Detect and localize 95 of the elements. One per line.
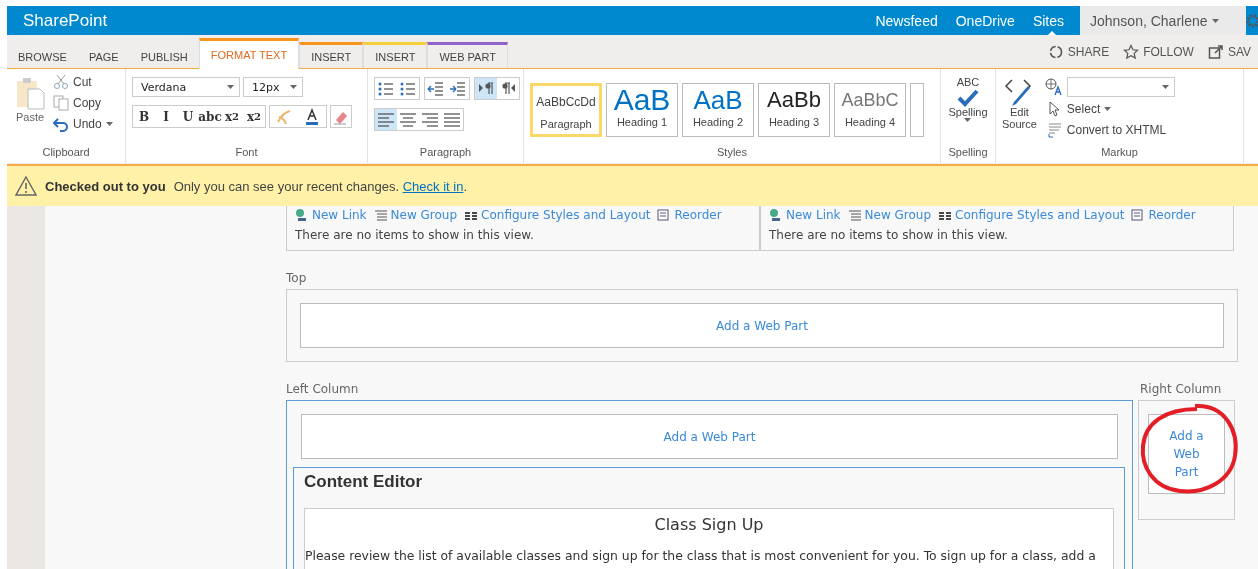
status-message: Only you can see your recent changes. Check it in. xyxy=(173,178,468,194)
left-to-right-button[interactable] xyxy=(475,78,497,99)
caret-icon xyxy=(105,122,113,126)
list-icon xyxy=(373,208,388,222)
group-label: Font xyxy=(234,146,259,160)
list-icon xyxy=(847,208,862,222)
undo-icon xyxy=(53,116,69,132)
language-icon xyxy=(1044,78,1063,96)
group-label: Paragraph xyxy=(418,146,473,160)
zone-label: Top xyxy=(286,271,308,285)
group-label: Spelling xyxy=(947,146,989,160)
paste-button[interactable]: Paste xyxy=(13,73,47,146)
user-menu[interactable]: Johnson, Charlene xyxy=(1080,6,1246,35)
toolbar-link[interactable]: Reorder xyxy=(674,208,722,222)
empty-message: There are no items to show in this view. xyxy=(769,228,1009,242)
empty-message: There are no items to show in this view. xyxy=(295,228,535,242)
format-button[interactable]: abc xyxy=(199,106,221,127)
undo-button[interactable]: Undo xyxy=(51,115,115,133)
star-icon xyxy=(1123,43,1140,60)
style-option[interactable]: AaBbCcDd Paragraph xyxy=(530,83,602,137)
indent-icon xyxy=(449,79,467,98)
caret-icon xyxy=(1104,107,1112,111)
clipboard-icon xyxy=(15,77,45,111)
style-option[interactable]: AaBbC Heading 4 xyxy=(834,83,906,137)
clear-format-button[interactable] xyxy=(330,105,352,128)
convert-xhtml-button[interactable]: Convert to XHTML xyxy=(1044,121,1175,139)
edit-source-button[interactable]: Edit Source xyxy=(1002,77,1037,146)
zone-label: Right Column xyxy=(1140,382,1223,396)
cut-button[interactable]: Cut xyxy=(51,73,115,91)
add-web-part-link[interactable]: Add a Web Part xyxy=(1148,414,1225,494)
font-size-dropdown[interactable]: 12px xyxy=(243,77,303,97)
toolbar-link[interactable]: New Link xyxy=(312,208,367,222)
spelling-button[interactable]: ABC Spelling xyxy=(948,77,988,146)
language-dropdown[interactable] xyxy=(1066,77,1175,97)
outdent-icon xyxy=(427,79,445,98)
caret-icon xyxy=(290,85,297,89)
caret-icon xyxy=(964,118,972,123)
convert-icon xyxy=(1046,122,1063,138)
group-label: Clipboard xyxy=(41,146,91,160)
ribbon-tab[interactable]: BROWSE xyxy=(7,42,78,68)
ribbon-tab[interactable]: INSERT xyxy=(363,42,428,68)
style-option[interactable]: AaBb Heading 3 xyxy=(758,83,830,137)
ribbon-tab[interactable]: FORMAT TEXT xyxy=(198,38,300,69)
align-left-icon xyxy=(377,110,395,129)
toolbar-link[interactable]: Reorder xyxy=(1148,208,1196,222)
more-styles-button[interactable] xyxy=(910,83,924,137)
highlighter-icon xyxy=(275,107,293,126)
toolbar-link[interactable]: Configure Styles and Layout xyxy=(955,208,1125,222)
content-paragraph: Please review the list of available classes and sign up for the class that is most convenient for you. To sign up for a class, add a xyxy=(305,548,1097,563)
save-action[interactable]: SAV xyxy=(1200,43,1258,60)
toolbar-link[interactable]: Configure Styles and Layout xyxy=(481,208,651,222)
caret-icon xyxy=(227,85,234,89)
font-color-icon xyxy=(303,107,321,126)
warning-icon xyxy=(15,176,37,196)
suite-link[interactable]: Newsfeed xyxy=(866,6,947,35)
suite-link[interactable]: OneDrive xyxy=(946,6,1024,35)
align-left-button[interactable] xyxy=(375,109,397,130)
format-button[interactable]: B xyxy=(133,106,155,127)
justify-icon xyxy=(443,110,461,129)
checkmark-icon xyxy=(956,88,980,107)
content-heading: Class Sign Up xyxy=(653,515,765,534)
format-button[interactable]: U xyxy=(177,106,199,127)
group-label: Markup xyxy=(1100,146,1139,160)
copy-icon xyxy=(53,95,69,111)
share-action[interactable]: SHARE xyxy=(1040,43,1117,60)
font-family-dropdown[interactable]: Verdana xyxy=(132,77,240,97)
select-button[interactable]: Select xyxy=(1044,100,1175,118)
share-icon xyxy=(1047,43,1064,60)
ribbon-tab[interactable]: WEB PART xyxy=(427,42,508,68)
suite-link[interactable]: Sites xyxy=(1023,6,1080,35)
caret-icon xyxy=(1161,85,1169,89)
zone-label: Left Column xyxy=(286,382,360,396)
scissors-icon xyxy=(53,74,69,90)
status-title: Checked out to you xyxy=(45,178,166,194)
style-option[interactable]: AaB Heading 2 xyxy=(682,83,754,137)
add-web-part-link[interactable]: Add a Web Part xyxy=(301,414,1118,459)
group-label: Styles xyxy=(716,146,748,160)
ribbon-tab[interactable]: PAGE xyxy=(77,42,130,68)
style-option[interactable]: AaB Heading 1 xyxy=(606,83,678,137)
settings-icon[interactable] xyxy=(1246,13,1258,28)
align-right-icon xyxy=(421,110,439,129)
web-part-title: Content Editor xyxy=(304,472,424,492)
follow-action[interactable]: FOLLOW xyxy=(1116,43,1201,60)
export-icon xyxy=(1207,43,1224,60)
ribbon-tab[interactable]: PUBLISH xyxy=(129,42,199,68)
toolbar-link[interactable]: New Link xyxy=(786,208,841,222)
format-button[interactable]: I xyxy=(155,106,177,127)
toolbar-link[interactable]: New Group xyxy=(864,208,932,222)
add-web-part-link[interactable]: Add a Web Part xyxy=(300,303,1224,348)
toolbar-link[interactable]: New Group xyxy=(390,208,458,222)
align-center-icon xyxy=(399,110,417,129)
app-title[interactable]: SharePoint xyxy=(7,10,867,31)
caret-icon xyxy=(1211,18,1219,23)
copy-button[interactable]: Copy xyxy=(51,94,115,112)
ribbon-tab[interactable]: INSERT xyxy=(299,42,364,68)
